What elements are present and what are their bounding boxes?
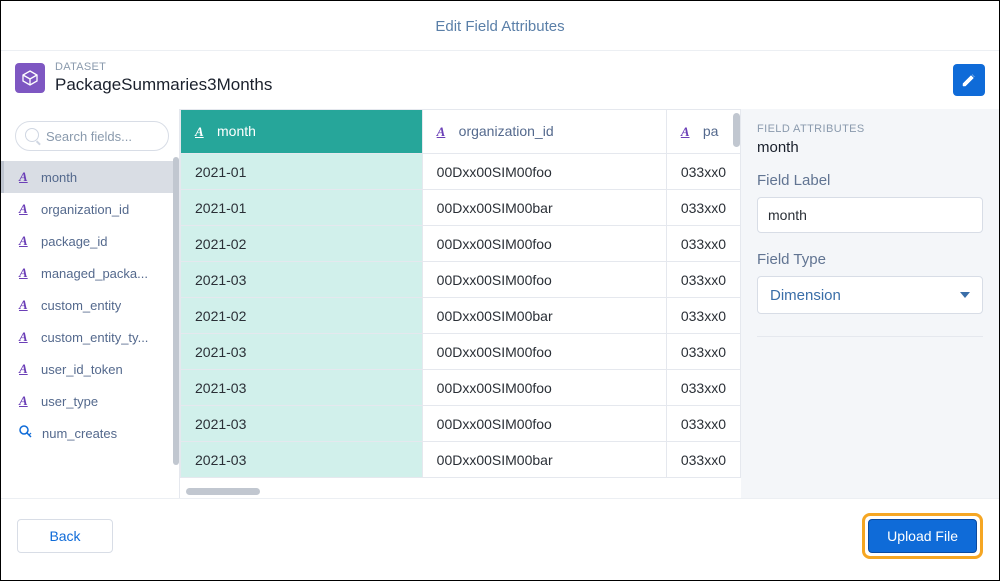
table-cell[interactable]: 2021-03	[181, 334, 423, 370]
field-item-label: custom_entity	[41, 298, 121, 313]
table-cell[interactable]: 033xx0	[666, 370, 740, 406]
dimension-icon: A	[681, 124, 693, 140]
table-cell[interactable]: 033xx0	[666, 442, 740, 478]
dataset-icon	[15, 63, 45, 93]
field-label-input[interactable]	[757, 197, 983, 233]
field-type-select[interactable]: Dimension	[757, 276, 983, 314]
table-cell[interactable]: 00Dxx00SIM00bar	[422, 442, 666, 478]
dimension-icon: A	[195, 124, 207, 140]
dimension-icon: A	[19, 329, 31, 345]
data-table: AmonthAorganization_idApa 2021-0100Dxx00…	[179, 109, 741, 498]
field-list-item[interactable]: Acustom_entity	[1, 289, 173, 321]
field-item-label: organization_id	[41, 202, 129, 217]
field-type-label: Field Type	[757, 251, 983, 268]
table-cell[interactable]: 00Dxx00SIM00bar	[422, 190, 666, 226]
column-header[interactable]: Apa	[666, 110, 740, 154]
field-item-label: num_creates	[42, 426, 117, 441]
modal-title: Edit Field Attributes	[1, 1, 999, 51]
table-cell[interactable]: 2021-03	[181, 406, 423, 442]
table-cell[interactable]: 2021-02	[181, 298, 423, 334]
table-cell[interactable]: 2021-03	[181, 442, 423, 478]
column-header[interactable]: Aorganization_id	[422, 110, 666, 154]
upload-highlight: Upload File	[862, 513, 983, 559]
field-item-label: custom_entity_ty...	[41, 330, 148, 345]
table-cell[interactable]: 2021-01	[181, 190, 423, 226]
table-cell[interactable]: 00Dxx00SIM00foo	[422, 406, 666, 442]
dimension-icon: A	[19, 265, 31, 281]
table-cell[interactable]: 033xx0	[666, 262, 740, 298]
back-button[interactable]: Back	[17, 519, 113, 553]
table-cell[interactable]: 033xx0	[666, 334, 740, 370]
table-row: 2021-0300Dxx00SIM00foo033xx0	[181, 370, 741, 406]
table-row: 2021-0100Dxx00SIM00bar033xx0	[181, 190, 741, 226]
table-cell[interactable]: 033xx0	[666, 190, 740, 226]
dimension-icon: A	[19, 201, 31, 217]
dimension-icon: A	[19, 233, 31, 249]
dataset-name: PackageSummaries3Months	[55, 75, 272, 95]
field-list-item[interactable]: Acustom_entity_ty...	[1, 321, 173, 353]
field-list-item[interactable]: Aorganization_id	[1, 193, 173, 225]
table-cell[interactable]: 00Dxx00SIM00foo	[422, 226, 666, 262]
field-item-label: user_type	[41, 394, 98, 409]
column-header-label: organization_id	[459, 123, 554, 139]
table-cell[interactable]: 00Dxx00SIM00foo	[422, 154, 666, 190]
field-item-label: user_id_token	[41, 362, 123, 377]
table-row: 2021-0300Dxx00SIM00foo033xx0	[181, 406, 741, 442]
panel-field-name: month	[757, 139, 983, 156]
table-row: 2021-0300Dxx00SIM00foo033xx0	[181, 262, 741, 298]
field-list-item[interactable]: Auser_id_token	[1, 353, 173, 385]
table-vertical-scrollbar[interactable]	[733, 113, 740, 313]
table-horizontal-scrollbar[interactable]	[186, 488, 646, 495]
dimension-icon: A	[19, 393, 31, 409]
table-cell[interactable]: 00Dxx00SIM00foo	[422, 334, 666, 370]
field-attributes-panel: FIELD ATTRIBUTES month Field Label Field…	[741, 109, 999, 498]
field-list-item[interactable]: Amonth	[1, 161, 173, 193]
table-cell[interactable]: 00Dxx00SIM00foo	[422, 370, 666, 406]
field-list-item[interactable]: Auser_type	[1, 385, 173, 417]
footer: Back Upload File	[1, 498, 999, 573]
table-row: 2021-0300Dxx00SIM00foo033xx0	[181, 334, 741, 370]
dimension-icon: A	[19, 361, 31, 377]
table-cell[interactable]: 033xx0	[666, 298, 740, 334]
table-cell[interactable]: 2021-03	[181, 262, 423, 298]
dimension-icon: A	[437, 124, 449, 140]
measure-icon	[19, 425, 32, 441]
search-icon	[25, 128, 39, 142]
upload-file-button[interactable]: Upload File	[868, 519, 977, 553]
table-cell[interactable]: 2021-01	[181, 154, 423, 190]
edit-dataset-button[interactable]	[953, 64, 985, 96]
chevron-down-icon	[960, 292, 970, 298]
field-type-value: Dimension	[770, 287, 841, 304]
dimension-icon: A	[19, 169, 31, 185]
panel-divider	[757, 336, 983, 337]
table-cell[interactable]: 00Dxx00SIM00bar	[422, 298, 666, 334]
column-header-label: month	[217, 123, 256, 139]
panel-section-label: FIELD ATTRIBUTES	[757, 123, 983, 135]
pencil-icon	[961, 72, 977, 88]
table-row: 2021-0200Dxx00SIM00foo033xx0	[181, 226, 741, 262]
table-cell[interactable]: 033xx0	[666, 226, 740, 262]
table-row: 2021-0100Dxx00SIM00foo033xx0	[181, 154, 741, 190]
table-cell[interactable]: 2021-02	[181, 226, 423, 262]
table-row: 2021-0300Dxx00SIM00bar033xx0	[181, 442, 741, 478]
field-item-label: managed_packa...	[41, 266, 148, 281]
field-label-label: Field Label	[757, 172, 983, 189]
field-item-label: month	[41, 170, 77, 185]
table-cell[interactable]: 00Dxx00SIM00foo	[422, 262, 666, 298]
table-row: 2021-0200Dxx00SIM00bar033xx0	[181, 298, 741, 334]
fields-sidebar: AmonthAorganization_idApackage_idAmanage…	[1, 109, 179, 498]
field-list-item[interactable]: num_creates	[1, 417, 173, 449]
dataset-header: DATASET PackageSummaries3Months	[1, 51, 999, 109]
dataset-label: DATASET	[55, 61, 272, 73]
field-list-item[interactable]: Apackage_id	[1, 225, 173, 257]
table-cell[interactable]: 2021-03	[181, 370, 423, 406]
table-cell[interactable]: 033xx0	[666, 406, 740, 442]
field-list-item[interactable]: Amanaged_packa...	[1, 257, 173, 289]
dimension-icon: A	[19, 297, 31, 313]
column-header-label: pa	[703, 123, 719, 139]
table-cell[interactable]: 033xx0	[666, 154, 740, 190]
field-item-label: package_id	[41, 234, 108, 249]
column-header[interactable]: Amonth	[181, 110, 423, 154]
